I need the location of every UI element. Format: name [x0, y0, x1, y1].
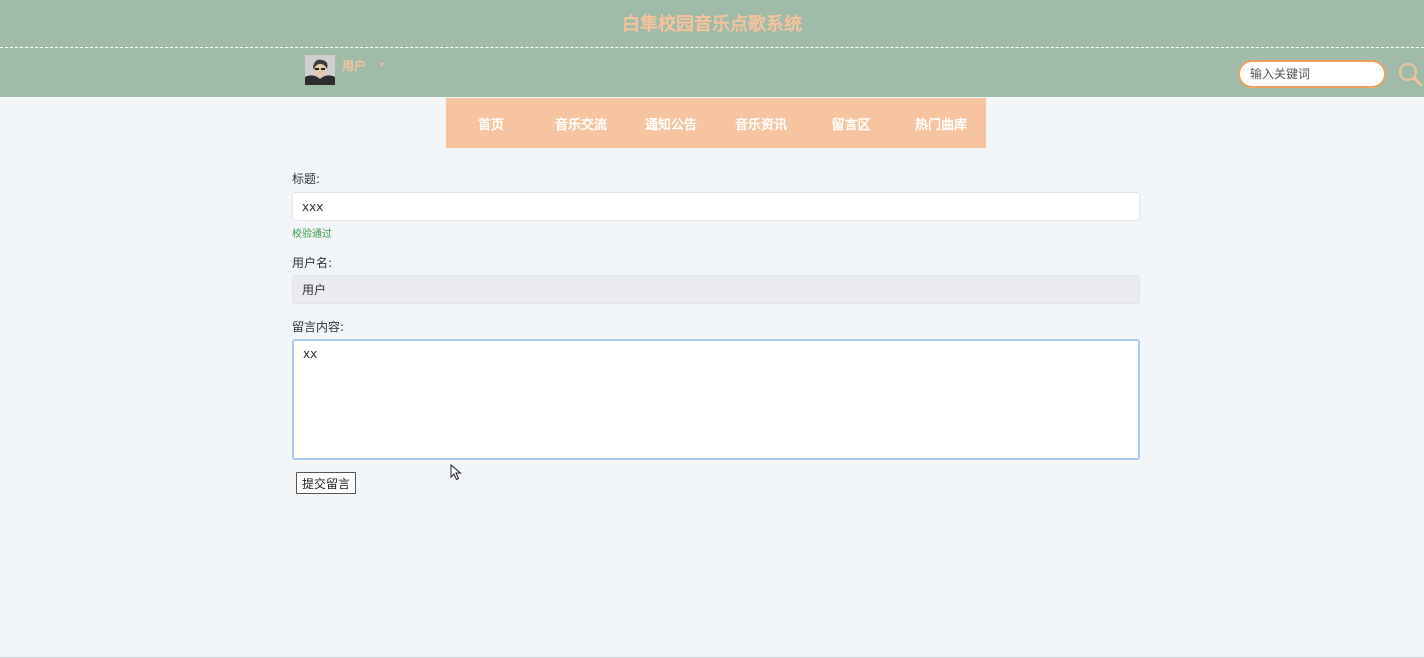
nav-item-notices[interactable]: 通知公告 — [626, 114, 716, 133]
nav-item-home[interactable]: 首页 — [446, 114, 536, 133]
content-textarea[interactable]: xx — [292, 339, 1140, 460]
main-nav: 首页 音乐交流 通知公告 音乐资讯 留言区 热门曲库 — [446, 98, 986, 148]
title-label: 标题: — [292, 172, 321, 186]
search-input[interactable] — [1238, 60, 1386, 88]
username-field — [292, 275, 1140, 304]
username-label: 用户名: — [292, 256, 333, 270]
header: 白隼校园音乐点歌系统 用户 ▾ — [0, 0, 1424, 97]
header-divider — [0, 47, 1424, 48]
nav-item-hot-songs[interactable]: 热门曲库 — [896, 114, 986, 133]
avatar[interactable] — [305, 55, 335, 85]
site-title: 白隼校园音乐点歌系统 — [622, 14, 802, 35]
nav-item-music-exchange[interactable]: 音乐交流 — [536, 114, 626, 133]
user-name[interactable]: 用户 — [342, 57, 366, 74]
submit-message-button[interactable]: 提交留言 — [296, 472, 356, 494]
content-label: 留言内容: — [292, 320, 345, 334]
nav-item-message-board[interactable]: 留言区 — [806, 114, 896, 133]
title-validation-message: 校验通过 — [292, 229, 332, 240]
title-input[interactable] — [292, 192, 1140, 221]
chevron-down-icon[interactable]: ▾ — [380, 60, 384, 69]
nav-item-music-news[interactable]: 音乐资讯 — [716, 114, 806, 133]
search-icon[interactable] — [1397, 61, 1423, 87]
mouse-cursor-icon — [450, 463, 462, 481]
